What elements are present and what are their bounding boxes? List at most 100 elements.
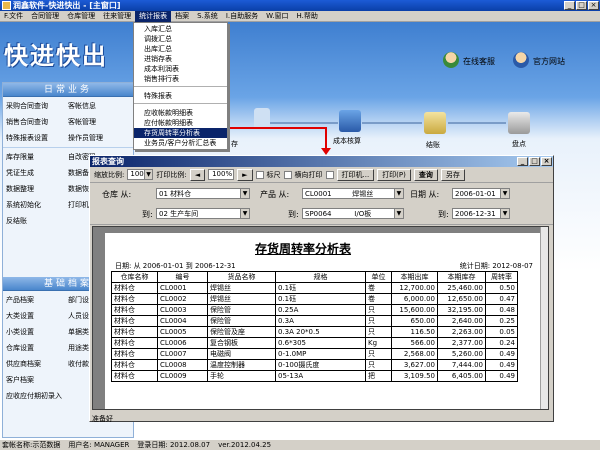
nav-stock-limit[interactable]: 库存限量 (6, 152, 68, 162)
calculator-icon[interactable] (339, 110, 361, 132)
nav-voucher[interactable]: 凭证生成 (6, 168, 68, 178)
dd-sales-customer[interactable]: 业务员/客户分析汇总表 (134, 138, 227, 148)
customer-service-icon[interactable] (443, 52, 459, 68)
printer-button[interactable]: 打印机... (336, 168, 375, 181)
nav-major-class[interactable]: 大类设置 (6, 311, 68, 321)
table-row[interactable]: 材料仓 CL0007 电磁阀 0-1.0MP 只 2,568.00 5,260.00 0.49 (111, 348, 518, 360)
zoom-select[interactable]: 100 ▼ (127, 169, 154, 180)
flow-arrow (270, 122, 338, 124)
dd-cost-profit[interactable]: 成本利润表 (134, 64, 227, 74)
nav-client-info[interactable]: 客帐信息 (68, 101, 130, 111)
nav-special-report[interactable]: 特殊报表设置 (6, 133, 68, 143)
table-row[interactable]: 材料仓 CL0004 保险管 0.3A 只 650.00 2,640.00 0.25 (111, 315, 518, 327)
report-minimize-button[interactable]: _ (517, 157, 528, 166)
flow-label-cost[interactable]: 成本核算 (333, 136, 361, 146)
minimize-button[interactable]: _ (564, 1, 575, 10)
table-cell: 只 (365, 326, 392, 338)
print-button[interactable]: 打印(P) (377, 168, 411, 181)
date-to-value: 2006-12-31 (455, 209, 496, 218)
dd-payable[interactable]: 应付帐款明细表 (134, 118, 227, 128)
option-checkbox[interactable] (325, 170, 334, 179)
nav-minor-class[interactable]: 小类设置 (6, 327, 68, 337)
report-title-bar: 报表查询 _ □ × (90, 156, 553, 167)
official-site-link[interactable]: 官方网站 (533, 56, 565, 67)
nav-data-tidy[interactable]: 数据整理 (6, 184, 68, 194)
nav-product-archive[interactable]: 产品档案 (6, 295, 68, 305)
warehouse-to-select[interactable]: 02 生产车间 ▼ (156, 208, 250, 219)
menu-reports[interactable]: 统计报表 (135, 10, 172, 22)
nav-ar-ap-init[interactable]: 应收应付期初录入 (6, 391, 68, 401)
chevron-down-icon: ▼ (393, 189, 403, 198)
scale-left-button[interactable]: ◄ (189, 168, 206, 181)
report-close-button[interactable]: × (541, 157, 552, 166)
scale-right-button[interactable]: ► (237, 168, 253, 181)
menu-contract[interactable]: 合同管理 (27, 11, 63, 22)
dd-sales-rank[interactable]: 销售排行表 (134, 74, 227, 84)
dd-transfer-summary[interactable]: 调拨汇总 (134, 34, 227, 44)
nav-init[interactable]: 系统初始化 (6, 200, 68, 210)
nav-sales-contract[interactable]: 销售合同查询 (6, 117, 68, 127)
vertical-scrollbar[interactable] (540, 227, 548, 409)
col-spec: 规格 (275, 271, 366, 283)
table-row[interactable]: 材料仓 CL0002 焊锡丝 0.1砡卷 6,000.00 12,650.00 0.47 (111, 293, 518, 305)
report-filters: 仓库 从: 01 材料仓 ▼ 到: 02 生产车间 ▼ 产品 从: CL0001… (90, 183, 553, 225)
dd-outbound-summary[interactable]: 出库汇总 (134, 44, 227, 54)
status-account: 套帐名称:示范数据 (2, 441, 61, 449)
close-button[interactable]: × (588, 1, 599, 10)
maximize-button[interactable]: □ (576, 1, 587, 10)
date-to-input[interactable]: 2006-12-31 ▼ (452, 208, 510, 219)
table-row[interactable]: 材料仓 CL0001 焊锡丝 0.1砡卷 12,700.00 25,460.00 0.50 (111, 282, 518, 294)
nav-purchase-contract[interactable]: 采购合同查询 (6, 101, 68, 111)
table-cell: CL0006 (157, 337, 208, 349)
nav-reverse-settle[interactable]: 反结账 (6, 216, 68, 226)
nav-warehouse-setup[interactable]: 仓库设置 (6, 343, 68, 353)
print-scale-input[interactable]: 100% (208, 169, 235, 180)
menu-selfservice[interactable]: I.自助服务 (222, 11, 262, 22)
warehouse-from-label: 仓库 从: (102, 190, 132, 199)
menu-accounts[interactable]: 往来管理 (99, 11, 135, 22)
flow-label-inventory[interactable]: 盘点 (512, 139, 526, 149)
nav-client-manage[interactable]: 客帐管理 (68, 117, 130, 127)
landscape-checkbox[interactable] (283, 170, 292, 179)
menu-system[interactable]: S.系统 (193, 11, 222, 22)
table-row[interactable]: 材料仓 CL0009 手轮 05-13A 把 3,109.50 6,405.00 0.49 (111, 370, 518, 382)
dd-inventory-sheet[interactable]: 进销存表 (134, 54, 227, 64)
flow-label-settle[interactable]: 结账 (426, 140, 440, 150)
online-service-link[interactable]: 在线客服 (463, 56, 495, 67)
website-icon[interactable] (513, 52, 529, 68)
save-as-button[interactable]: 另存 (440, 168, 465, 181)
query-button[interactable]: 查询 (413, 168, 438, 181)
table-cell: 6,000.00 (391, 293, 438, 305)
table-cell: 材料仓 (111, 370, 158, 382)
product-from-select[interactable]: CL0001 焊锡丝 ▼ (302, 188, 404, 199)
nav-customer[interactable]: 客户档案 (6, 375, 68, 385)
menu-archive[interactable]: 档案 (171, 11, 193, 22)
table-row[interactable]: 材料仓 CL0003 保险管 0.25A 只 15,600.00 32,195.00 0.48 (111, 304, 518, 316)
ruler-checkbox[interactable] (255, 170, 264, 179)
dd-inbound-summary[interactable]: 入库汇总 (134, 24, 227, 34)
dd-turnover-analysis[interactable]: 存货周转率分析表 (134, 128, 227, 138)
daily-business-header: 日常业务 (3, 83, 133, 97)
table-row[interactable]: 材料仓 CL0005 保险管及座 0.3A 20*0.5 只 116.50 2,263.00… (111, 326, 518, 338)
table-row[interactable]: 材料仓 CL0006 复合钢板 0.6*305 Kg 566.00 2,377.00 0.24 (111, 337, 518, 349)
table-cell: 0.48 (485, 304, 518, 316)
nav-operator[interactable]: 操作员管理 (68, 133, 130, 143)
table-row[interactable]: 材料仓 CL0008 温度控制器 0-100摄氏度只 3,627.00 7,444.00 0… (111, 359, 518, 371)
date-from-input[interactable]: 2006-01-01 ▼ (452, 188, 510, 199)
menu-file[interactable]: F.文件 (0, 11, 27, 22)
report-window: 报表查询 _ □ × 缩放比例: 100 ▼ 打印比例: ◄ 100% ► 标尺… (89, 155, 554, 423)
warehouse-from-select[interactable]: 01 材料仓 ▼ (156, 188, 250, 199)
inventory-icon[interactable] (508, 112, 530, 134)
dd-receivable[interactable]: 应收帐款明细表 (134, 108, 227, 118)
nav-supplier[interactable]: 供应商档案 (6, 359, 68, 369)
menu-window[interactable]: W.窗口 (262, 11, 292, 22)
table-cell: 保险管 (207, 304, 276, 316)
menu-warehouse[interactable]: 仓库管理 (63, 11, 99, 22)
settle-icon[interactable] (424, 112, 446, 134)
flow-label-partial: 存 (231, 140, 238, 148)
product-to-select[interactable]: SP0064 I/O板 ▼ (302, 208, 404, 219)
table-cell: CL0007 (157, 348, 208, 360)
report-maximize-button[interactable]: □ (529, 157, 540, 166)
menu-help[interactable]: H.帮助 (292, 11, 321, 22)
dd-special-report[interactable]: 特殊报表 (134, 91, 227, 101)
